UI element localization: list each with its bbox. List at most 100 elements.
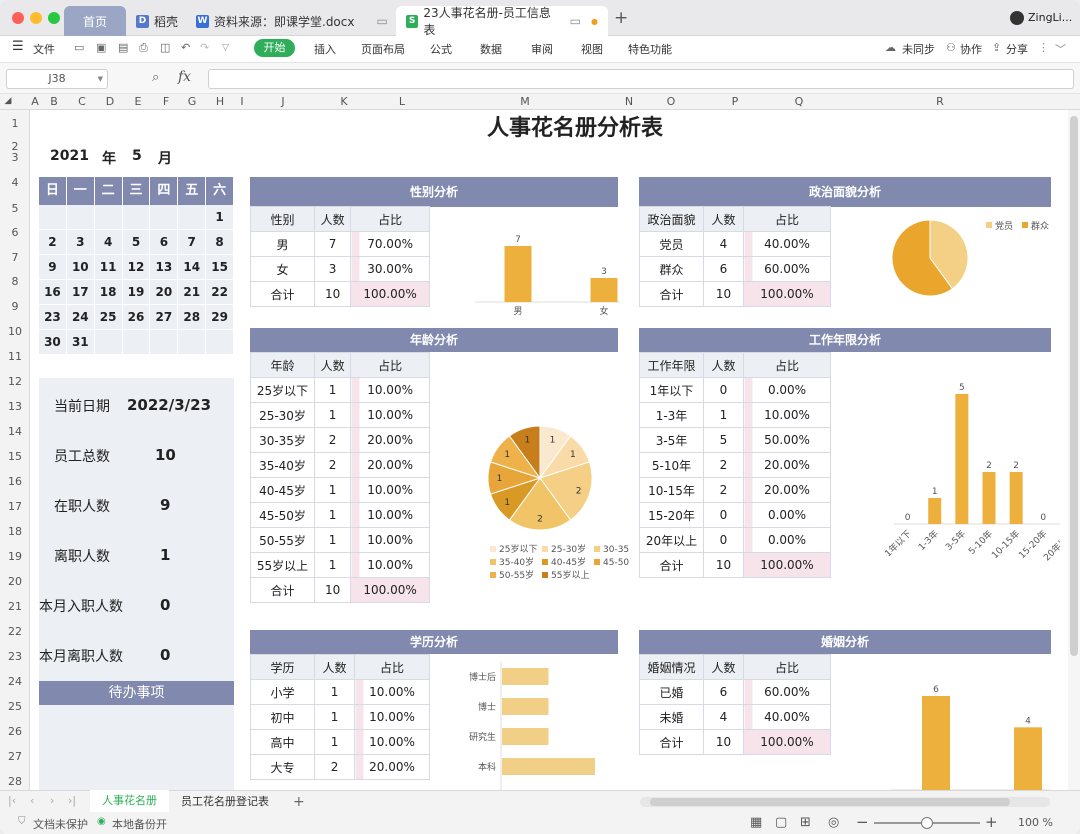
table-cell[interactable]: 10.00%	[350, 502, 430, 528]
row-header-13[interactable]: 13	[0, 400, 30, 413]
table-cell[interactable]: 党员	[639, 231, 704, 257]
row-header-28[interactable]: 28	[0, 775, 30, 788]
table-cell[interactable]: 100.00%	[350, 577, 430, 603]
calendar-day[interactable]	[122, 330, 151, 355]
table-cell[interactable]: 高中	[250, 729, 315, 755]
table-cell[interactable]: 1	[313, 477, 352, 503]
monitor-icon[interactable]: ▭	[570, 14, 581, 28]
table-cell[interactable]: 5-10年	[639, 452, 704, 478]
table-cell[interactable]: 婚姻情况	[639, 654, 704, 680]
more-icon[interactable]: ⋮	[1038, 41, 1049, 54]
table-cell[interactable]: 40.00%	[743, 704, 831, 730]
calendar-day[interactable]: 30	[39, 330, 67, 355]
table-cell[interactable]: 合计	[639, 281, 704, 307]
calendar-day[interactable]: 22	[206, 280, 235, 305]
table-cell[interactable]: 人数	[313, 206, 352, 232]
table-cell[interactable]: 45-50岁	[250, 502, 315, 528]
table-cell[interactable]: 20.00%	[743, 477, 831, 503]
table-cell[interactable]: 0.00%	[743, 527, 831, 553]
last-sheet-icon[interactable]: ›|	[68, 794, 76, 807]
table-cell[interactable]: 15-20年	[639, 502, 704, 528]
share-button[interactable]: 分享	[1006, 41, 1028, 57]
table-cell[interactable]: 工作年限	[639, 352, 704, 378]
row-header-17[interactable]: 17	[0, 500, 30, 513]
table-cell[interactable]: 40-45岁	[250, 477, 315, 503]
tab-spreadsheet[interactable]: S 23人事花名册-员工信息表 ▭ ●	[396, 6, 608, 37]
row-header-21[interactable]: 21	[0, 600, 30, 613]
menu-start[interactable]: 开始	[254, 39, 295, 57]
table-cell[interactable]: 1	[313, 704, 356, 730]
column-header-b[interactable]: B	[50, 95, 58, 108]
table-cell[interactable]: 50.00%	[743, 427, 831, 453]
table-cell[interactable]: 20年以上	[639, 527, 704, 553]
export-pdf-icon[interactable]: ▤	[118, 41, 128, 54]
table-cell[interactable]: 6	[703, 256, 744, 282]
row-header-15[interactable]: 15	[0, 450, 30, 463]
calendar-day[interactable]: 25	[94, 305, 123, 330]
calendar-day[interactable]: 18	[94, 280, 123, 305]
avatar[interactable]	[1010, 11, 1024, 25]
table-cell[interactable]: 人数	[313, 352, 352, 378]
table-cell[interactable]: 100.00%	[743, 729, 831, 755]
table-cell[interactable]: 2	[703, 477, 744, 503]
split-view-icon[interactable]: ⊞	[800, 815, 811, 830]
calendar-day[interactable]	[122, 205, 151, 230]
table-cell[interactable]: 100.00%	[743, 281, 831, 307]
calendar-day[interactable]: 24	[66, 305, 95, 330]
table-cell[interactable]: 年龄	[250, 352, 315, 378]
close-window-button[interactable]	[12, 12, 24, 24]
calendar-day[interactable]: 20	[150, 280, 179, 305]
chevron-down-icon[interactable]: ▽	[222, 43, 229, 53]
tab-docx[interactable]: W 资料来源：即课学堂.docx ▭	[186, 6, 398, 36]
calendar-day[interactable]: 17	[66, 280, 95, 305]
calendar-day[interactable]	[206, 330, 235, 355]
table-cell[interactable]: 20.00%	[354, 754, 430, 780]
table-cell[interactable]: 性别	[250, 206, 315, 232]
table-cell[interactable]: 10	[703, 552, 744, 578]
column-header-j[interactable]: J	[281, 95, 284, 108]
vertical-scrollbar[interactable]	[1068, 110, 1080, 790]
table-cell[interactable]: 0.00%	[743, 502, 831, 528]
calendar-day[interactable]: 5	[122, 230, 151, 255]
calendar-day[interactable]	[94, 330, 123, 355]
table-cell[interactable]: 学历	[250, 654, 315, 680]
table-cell[interactable]: 10.00%	[350, 402, 430, 428]
table-cell[interactable]: 女	[250, 256, 315, 282]
first-sheet-icon[interactable]: |‹	[8, 794, 16, 807]
table-cell[interactable]: 10.00%	[350, 377, 430, 403]
table-cell[interactable]: 20.00%	[350, 452, 430, 478]
table-cell[interactable]: 10.00%	[354, 729, 430, 755]
menu-file[interactable]: 文件	[33, 41, 55, 57]
calendar-day[interactable]: 15	[206, 255, 235, 280]
prev-sheet-icon[interactable]: ‹	[30, 794, 34, 807]
backup-status[interactable]: 本地备份开	[112, 816, 167, 832]
table-cell[interactable]: 25岁以下	[250, 377, 315, 403]
user-name[interactable]: ZingLi...	[1028, 11, 1072, 24]
table-cell[interactable]: 1	[313, 502, 352, 528]
table-cell[interactable]: 合计	[250, 577, 315, 603]
calendar-day[interactable]: 11	[94, 255, 123, 280]
table-cell[interactable]: 人数	[703, 352, 744, 378]
normal-view-icon[interactable]: ▦	[750, 815, 762, 830]
table-cell[interactable]: 2	[313, 427, 352, 453]
row-header-9[interactable]: 9	[0, 300, 30, 313]
column-header-g[interactable]: G	[188, 95, 197, 108]
table-cell[interactable]: 10.00%	[743, 402, 831, 428]
table-cell[interactable]: 大专	[250, 754, 315, 780]
table-cell[interactable]: 1	[313, 679, 356, 705]
sync-status[interactable]: 未同步	[902, 41, 935, 57]
table-cell[interactable]: 40.00%	[743, 231, 831, 257]
table-cell[interactable]: 10.00%	[354, 679, 430, 705]
calendar-day[interactable]: 7	[178, 230, 207, 255]
zoom-icon[interactable]: ⌕	[152, 70, 159, 85]
table-cell[interactable]: 占比	[350, 352, 430, 378]
table-cell[interactable]: 20.00%	[743, 452, 831, 478]
table-cell[interactable]: 群众	[639, 256, 704, 282]
sheet-tab-roster-analysis[interactable]: 人事花名册	[90, 790, 169, 814]
calendar-day[interactable]: 3	[66, 230, 95, 255]
row-header-12[interactable]: 12	[0, 375, 30, 388]
calendar-day[interactable]: 14	[178, 255, 207, 280]
calendar-day[interactable]: 1	[206, 205, 235, 230]
row-header-14[interactable]: 14	[0, 425, 30, 438]
row-header-16[interactable]: 16	[0, 475, 30, 488]
